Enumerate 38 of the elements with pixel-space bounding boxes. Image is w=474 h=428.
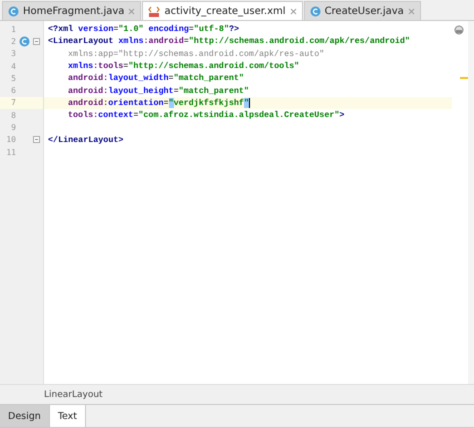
line-number: 1 — [10, 24, 16, 34]
line-number: 9 — [10, 123, 16, 132]
code-line: android:orientation="verdjkfsfkjshf" — [68, 98, 249, 108]
close-icon[interactable] — [128, 8, 136, 14]
class-icon — [19, 36, 30, 47]
line-number: 3 — [10, 49, 16, 58]
class-icon — [8, 6, 19, 16]
fold-icon[interactable] — [33, 38, 40, 45]
text-cursor — [248, 98, 250, 108]
editor-mode-tab[interactable]: Text — [50, 405, 86, 427]
breadcrumb[interactable]: LinearLayout — [44, 390, 103, 400]
line-number: 4 — [10, 62, 16, 71]
close-icon[interactable] — [290, 8, 297, 14]
file-tab[interactable]: HomeFragment.java — [2, 1, 142, 20]
line-number: 2 — [10, 36, 16, 46]
code-line: <?xml version="1.0" encoding="utf-8"?> — [48, 24, 240, 34]
editor-mode-tab[interactable]: Design — [0, 405, 50, 427]
code-line: </LinearLayout> — [48, 134, 124, 145]
file-tab[interactable]: activity_create_user.xml — [142, 1, 303, 20]
xml-file-icon — [148, 6, 160, 16]
code-line: <LinearLayout xmlns:android="http://schemas.android.com/apk/res/android" — [48, 36, 410, 46]
inspection-icon[interactable] — [454, 25, 464, 35]
code-editor[interactable] — [0, 21, 474, 384]
line-number: 8 — [10, 110, 16, 120]
code-line: android:layout_width="match_parent" — [68, 73, 244, 84]
code-line: xmlns:tools="http://schemas.android.com/tools" — [68, 61, 300, 72]
file-tab[interactable]: CreateUser.java — [304, 1, 421, 20]
code-line: android:layout_height="match_parent" — [68, 86, 249, 96]
line-number: 7 — [10, 98, 16, 108]
line-number: 11 — [5, 148, 16, 157]
line-number: 5 — [10, 74, 16, 83]
close-icon[interactable] — [408, 8, 415, 14]
fold-icon[interactable] — [33, 136, 40, 144]
code-line: tools:context="com.afroz.wtsindia.alpsdeal.CreateUser"> — [68, 110, 344, 120]
code-line: xmlns:app="http://schemas.android.com/apk/res-auto" — [68, 48, 324, 59]
line-number: 6 — [10, 86, 16, 96]
class-icon — [310, 6, 321, 16]
line-number: 10 — [5, 135, 16, 144]
